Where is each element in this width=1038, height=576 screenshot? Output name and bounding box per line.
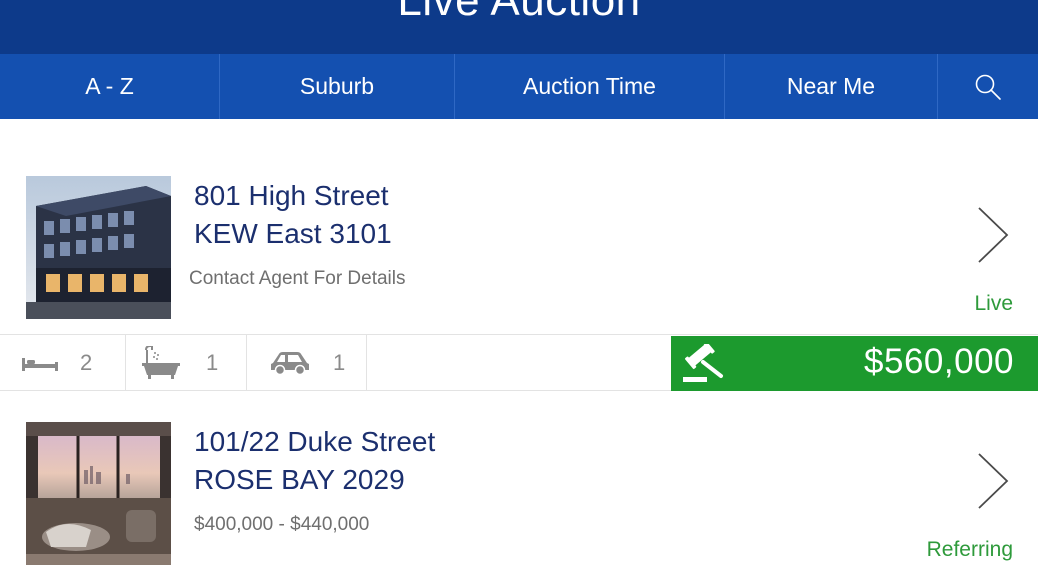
page-title: Live Auction [397,0,641,25]
tab-a-z[interactable]: A - Z [0,54,220,119]
search-button[interactable] [938,54,1038,119]
bathrooms-count: 1 [206,349,219,375]
auction-status: Live [974,292,1013,315]
address-suburb: KEW East 3101 [194,218,392,249]
property-photo [26,422,171,565]
address-street: 101/22 Duke Street [194,426,436,457]
bedrooms-count: 2 [80,349,93,375]
chevron-right-icon[interactable] [976,206,1010,264]
bathtub-icon [142,345,180,379]
search-icon [975,74,1001,100]
app-header: Live Auction [0,0,1038,54]
auction-status: Referring [926,538,1013,561]
gavel-icon [683,344,723,382]
current-bid-amount: $560,000 [864,342,1014,381]
chevron-right-icon[interactable] [976,452,1010,510]
current-bid-button[interactable]: $560,000 [671,336,1038,391]
tab-auction-time[interactable]: Auction Time [455,54,725,119]
address-street: 801 High Street [194,180,389,211]
address-suburb: ROSE BAY 2029 [194,464,405,495]
car-spaces-count: 1 [333,349,346,375]
car-spaces-stat: 1 [247,335,367,390]
tab-near-me[interactable]: Near Me [725,54,938,119]
sort-tab-bar: A - Z Suburb Auction Time Near Me [0,54,1038,119]
bathrooms-stat: 1 [126,335,247,390]
tab-suburb[interactable]: Suburb [220,54,455,119]
car-icon [271,351,309,375]
price-guide: Contact Agent For Details [189,268,406,289]
bed-icon [22,357,58,371]
bedrooms-stat: 2 [0,335,126,390]
property-photo [26,176,171,319]
price-guide: $400,000 - $440,000 [194,514,370,535]
